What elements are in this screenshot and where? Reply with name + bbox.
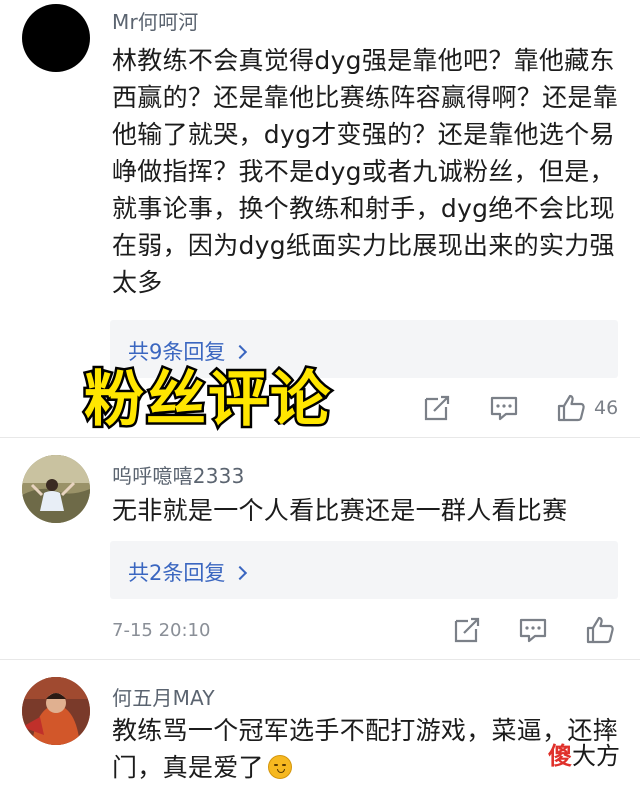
comment-username[interactable]: 呜呼噫嘻2333 <box>112 460 245 489</box>
thumbs-up-icon[interactable] <box>556 393 586 423</box>
avatar[interactable] <box>22 455 90 523</box>
comment-text: 林教练不会真觉得dyg强是靠他吧？靠他藏东西赢的？还是靠他比赛练阵容赢得啊？还是… <box>112 46 619 297</box>
watermark: 傻大方 <box>548 736 620 771</box>
avatar[interactable] <box>22 677 90 745</box>
thumbs-up-icon[interactable] <box>585 615 615 645</box>
share-icon[interactable] <box>422 393 452 423</box>
comment-icon[interactable] <box>518 615 548 645</box>
upside-down-face-emoji-icon <box>267 755 292 779</box>
view-replies-label: 共2条回复 <box>128 561 226 585</box>
comment-text-content: 教练骂一个冠军选手不配打游戏，菜逼，还摔门，真是爱了 <box>112 716 619 782</box>
view-replies-link[interactable]: 共2条回复 <box>128 557 248 587</box>
comment-icon[interactable] <box>489 393 519 423</box>
chevron-right-icon <box>233 344 248 360</box>
avatar-photo <box>22 677 90 745</box>
comment-username[interactable]: Mr何呵河 <box>112 6 198 35</box>
watermark-part-b: 大方 <box>572 742 620 770</box>
watermark-part-a: 傻 <box>548 742 572 770</box>
comment-username[interactable]: 何五月MAY <box>112 682 215 711</box>
avatar[interactable] <box>22 4 90 72</box>
comment-text: 无非就是一个人看比赛还是一群人看比赛 <box>112 496 568 525</box>
comment-item-3: 何五月MAY 教练骂一个冠军选手不配打游戏，菜逼，还摔门，真是爱了 <box>0 660 640 793</box>
comment-timestamp: 7-15 20:10 <box>112 620 211 641</box>
comment-item-2: 呜呼噫嘻2333 无非就是一个人看比赛还是一群人看比赛 共2条回复 7-15 2… <box>0 440 640 660</box>
chevron-right-icon <box>233 565 248 581</box>
avatar-photo <box>22 455 90 523</box>
like-count: 46 <box>594 397 619 419</box>
replies-box[interactable]: 共2条回复 <box>110 541 618 599</box>
overlay-caption: 粉丝评论 <box>82 363 333 438</box>
share-icon[interactable] <box>452 615 482 645</box>
